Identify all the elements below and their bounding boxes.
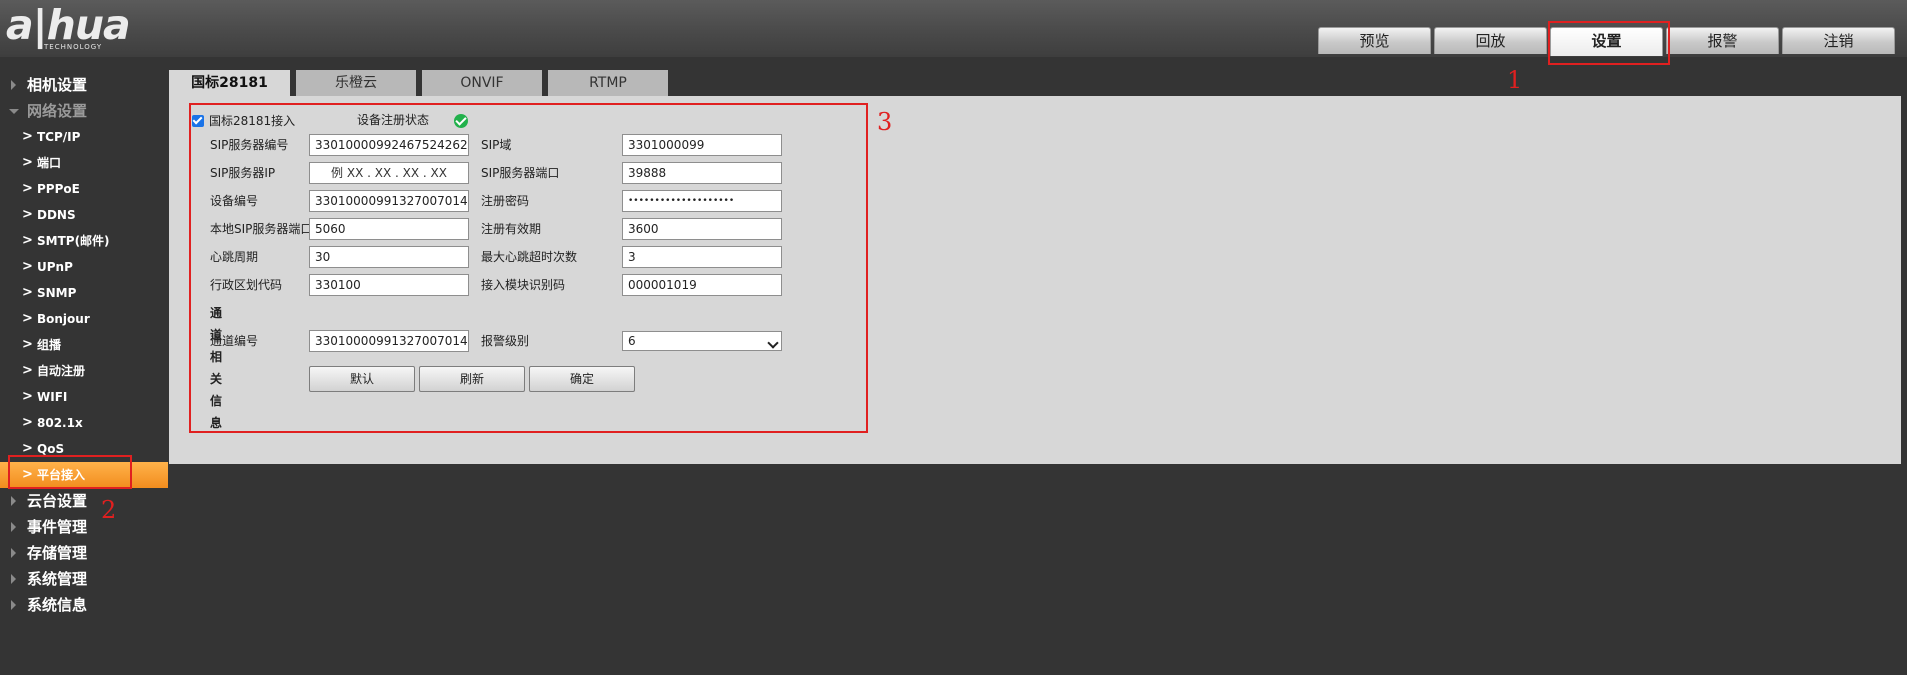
annotation-number-3: 3 [877, 108, 893, 136]
sidebar-item-system[interactable]: 系统管理 [0, 566, 168, 592]
sidebar-item-camera[interactable]: 相机设置 [0, 72, 168, 98]
logo-subtext: TECHNOLOGY [44, 43, 103, 51]
sidebar-item-storage[interactable]: 存储管理 [0, 540, 168, 566]
annotation-box-1 [1548, 21, 1670, 65]
sidebar-item-port[interactable]: > 端口 [0, 150, 168, 176]
sidebar-item-label: 自动注册 [37, 364, 86, 378]
chevron-right-icon: > [22, 129, 33, 144]
nav-alarm[interactable]: 报警 [1666, 27, 1779, 54]
annotation-box-2 [8, 455, 132, 489]
chevron-right-icon: > [22, 363, 33, 378]
sidebar-item-ddns[interactable]: > DDNS [0, 202, 168, 228]
sidebar-item-label: Bonjour [37, 312, 90, 326]
sidebar-item-label: 事件管理 [27, 518, 88, 536]
sidebar-item-label: 存储管理 [27, 544, 88, 562]
sidebar-item-label: SMTP(邮件) [37, 234, 110, 248]
expand-arrow-icon [11, 600, 16, 610]
chevron-right-icon: > [22, 155, 33, 170]
sidebar-item-ptz[interactable]: 云台设置 [0, 488, 168, 514]
nav-playback[interactable]: 回放 [1434, 27, 1547, 54]
chevron-right-icon: > [22, 389, 33, 404]
chevron-right-icon: > [22, 311, 33, 326]
sidebar-item-upnp[interactable]: > UPnP [0, 254, 168, 280]
dahua-logo: a|hua TECHNOLOGY [6, 2, 156, 54]
annotation-number-2: 2 [101, 496, 117, 524]
tab-rtmp[interactable]: RTMP [548, 70, 668, 96]
chevron-right-icon: > [22, 285, 33, 300]
sidebar-item-smtp[interactable]: > SMTP(邮件) [0, 228, 168, 254]
tab-gb28181[interactable]: 国标28181 [169, 70, 290, 96]
collapse-arrow-icon [9, 109, 19, 114]
sidebar-item-label: 云台设置 [27, 492, 88, 510]
sidebar-item-tcpip[interactable]: > TCP/IP [0, 124, 168, 150]
annotation-number-1: 1 [1507, 66, 1523, 94]
expand-arrow-icon [11, 548, 16, 558]
nav-preview[interactable]: 预览 [1318, 27, 1431, 54]
chevron-right-icon: > [22, 259, 33, 274]
sidebar-item-events[interactable]: 事件管理 [0, 514, 168, 540]
sidebar-item-multicast[interactable]: > 组播 [0, 332, 168, 358]
chevron-right-icon: > [22, 233, 33, 248]
sidebar-item-label: 端口 [37, 156, 62, 170]
sidebar-item-network[interactable]: 网络设置 [0, 98, 168, 124]
tab-lechange[interactable]: 乐橙云 [296, 70, 416, 96]
sidebar-item-label: UPnP [37, 260, 73, 274]
sidebar-item-label: SNMP [37, 286, 77, 300]
chevron-right-icon: > [22, 207, 33, 222]
sidebar-item-wifi[interactable]: > WIFI [0, 384, 168, 410]
sidebar: 相机设置 网络设置 > TCP/IP > 端口 > PPPoE > DDNS > SMTP… [0, 72, 168, 618]
chevron-right-icon: > [22, 337, 33, 352]
sidebar-item-label: 系统信息 [27, 596, 88, 614]
chevron-right-icon: > [22, 181, 33, 196]
expand-arrow-icon [11, 574, 16, 584]
content-tabs: 国标28181 乐橙云 ONVIF RTMP [169, 70, 674, 96]
expand-arrow-icon [11, 496, 16, 506]
sidebar-item-auto-register[interactable]: > 自动注册 [0, 358, 168, 384]
sidebar-item-label: 相机设置 [27, 76, 88, 94]
sidebar-item-label: WIFI [37, 390, 68, 404]
sidebar-item-8021x[interactable]: >802.1x [0, 410, 168, 436]
expand-arrow-icon [11, 522, 16, 532]
sidebar-item-label: 网络设置 [27, 102, 88, 120]
sidebar-item-system-info[interactable]: 系统信息 [0, 592, 168, 618]
tab-onvif[interactable]: ONVIF [422, 70, 542, 96]
sidebar-item-pppoe[interactable]: > PPPoE [0, 176, 168, 202]
sidebar-item-label: 组播 [37, 338, 62, 352]
annotation-box-3 [189, 103, 868, 433]
chevron-right-icon: > [22, 415, 33, 430]
sidebar-item-bonjour[interactable]: > Bonjour [0, 306, 168, 332]
sidebar-item-label: TCP/IP [37, 130, 81, 144]
sidebar-item-label: DDNS [37, 208, 76, 222]
sidebar-item-label: PPPoE [37, 182, 80, 196]
sidebar-item-label: 系统管理 [27, 570, 88, 588]
expand-arrow-icon [11, 80, 16, 90]
sidebar-item-snmp[interactable]: > SNMP [0, 280, 168, 306]
sidebar-item-label: QoS [37, 442, 65, 456]
nav-logout[interactable]: 注销 [1782, 27, 1895, 54]
logo-text: a|hua [6, 1, 131, 49]
sidebar-item-label: 802.1x [37, 416, 83, 430]
